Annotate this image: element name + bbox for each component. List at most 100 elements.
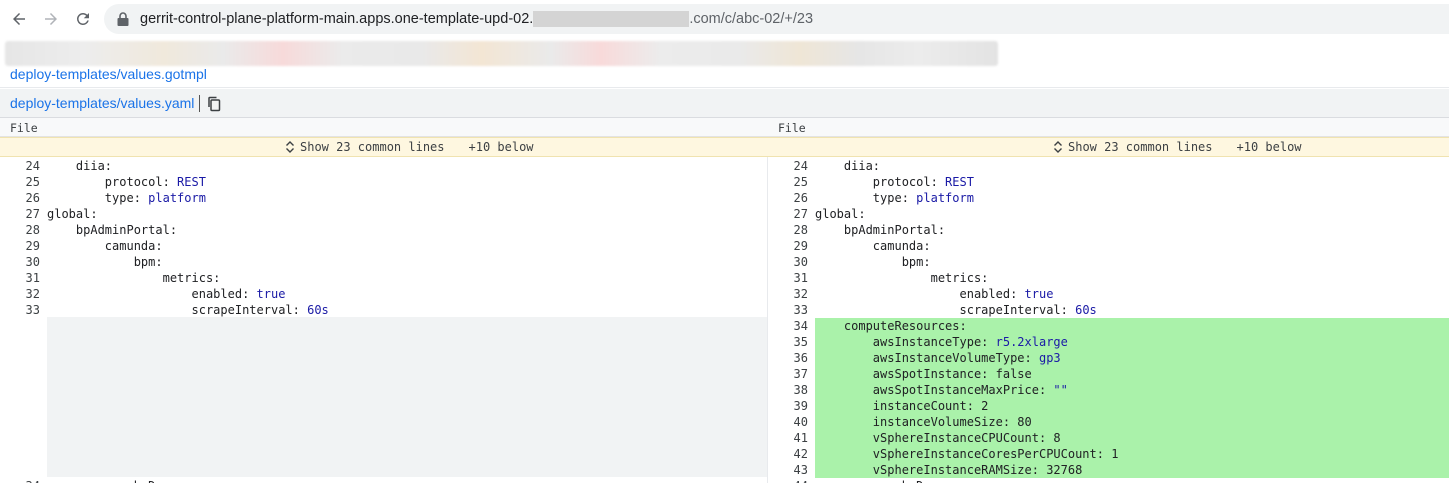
left-diff-line: 25 protocol: REST <box>0 174 767 190</box>
code-key: metrics: <box>47 271 221 285</box>
code-value: gp3 <box>1038 351 1061 365</box>
line-number[interactable]: 28 <box>768 222 808 238</box>
added-code: awsInstanceVolumeType: gp3 <box>815 350 1449 366</box>
code-content: type: platform <box>47 190 767 206</box>
line-number[interactable]: 36 <box>768 350 808 366</box>
line-number[interactable]: 29 <box>0 238 40 254</box>
browser-toolbar: gerrit-control-plane-platform-main.apps.… <box>0 0 1449 38</box>
line-number[interactable]: 24 <box>768 158 808 174</box>
text-cursor <box>199 95 200 112</box>
line-number[interactable]: 25 <box>768 174 808 190</box>
code-content: protocol: REST <box>47 174 767 190</box>
line-number[interactable]: 32 <box>768 286 808 302</box>
code-key: bpDev: <box>47 479 177 483</box>
code-value: true <box>256 287 286 301</box>
line-number[interactable]: 33 <box>0 302 40 318</box>
code-content: enabled: true <box>815 286 1449 302</box>
line-number[interactable]: 40 <box>768 414 808 430</box>
line-number[interactable]: 44 <box>768 478 808 483</box>
line-number[interactable]: 27 <box>0 206 40 222</box>
back-button[interactable] <box>6 6 32 32</box>
line-number[interactable]: 31 <box>0 270 40 286</box>
code-key: bpm: <box>47 255 163 269</box>
right-diff-line: 43 vSphereInstanceRAMSize: 32768 <box>768 462 1449 478</box>
reload-button[interactable] <box>70 6 96 32</box>
arrow-right-icon <box>45 13 57 25</box>
code-content: protocol: REST <box>815 174 1449 190</box>
line-number[interactable]: 35 <box>768 334 808 350</box>
address-bar[interactable]: gerrit-control-plane-platform-main.apps.… <box>104 4 1449 34</box>
line-number[interactable]: 26 <box>768 190 808 206</box>
bookmarks-bar <box>0 38 1449 68</box>
code-content: global: <box>815 206 1449 222</box>
added-code: instanceVolumeSize: 80 <box>815 414 1449 430</box>
code-content: diia: <box>815 158 1449 174</box>
code-value: 60s <box>1075 303 1097 317</box>
line-number[interactable]: 31 <box>768 270 808 286</box>
reload-icon <box>76 12 89 25</box>
line-number[interactable]: 42 <box>768 446 808 462</box>
line-number[interactable]: 27 <box>768 206 808 222</box>
code-content: bpm: <box>47 254 767 270</box>
right-show-common-lines[interactable]: Show 23 common lines +10 below <box>1053 138 1302 156</box>
left-below-label[interactable]: +10 below <box>469 138 534 156</box>
line-number[interactable]: 34 <box>0 478 40 483</box>
line-number[interactable]: 24 <box>0 158 40 174</box>
code-key: bpAdminPortal: <box>815 223 946 237</box>
line-number[interactable]: 28 <box>0 222 40 238</box>
code-key: protocol: <box>47 175 178 189</box>
code-key: metrics: <box>815 271 989 285</box>
line-number[interactable]: 37 <box>768 366 808 382</box>
left-show-label: Show 23 common lines <box>300 140 445 154</box>
code-content: bpm: <box>815 254 1449 270</box>
unfold-icon <box>286 141 294 153</box>
right-diff-line: 31 metrics: <box>768 270 1449 286</box>
left-diff-line: 31 metrics: <box>0 270 767 286</box>
right-diff-line: 27 global: <box>768 206 1449 222</box>
code-key: scrapeInterval: <box>47 303 308 317</box>
code-content: bpDev: <box>47 478 767 483</box>
line-number[interactable]: 41 <box>768 430 808 446</box>
right-diff-line: 33 scrapeInterval: 60s <box>768 302 1449 318</box>
code-content: camunda: <box>47 238 767 254</box>
right-file-label: File <box>778 121 806 135</box>
right-show-label: Show 23 common lines <box>1068 140 1213 154</box>
left-diff-line: 34 bpDev: <box>0 478 767 483</box>
line-number[interactable]: 39 <box>768 398 808 414</box>
left-diff-line: 32 enabled: true <box>0 286 767 302</box>
copy-icon[interactable] <box>207 96 221 112</box>
code-key: bpAdminPortal: <box>47 223 178 237</box>
line-number[interactable]: 30 <box>0 254 40 270</box>
left-diff-line: 28 bpAdminPortal: <box>0 222 767 238</box>
code-key: global: <box>47 207 98 221</box>
context-expander-row: Show 23 common lines +10 below Show 23 c… <box>0 137 1449 157</box>
added-code: vSphereInstanceRAMSize: 32768 <box>815 462 1449 478</box>
left-diff-line: 26 type: platform <box>0 190 767 206</box>
code-key: diia: <box>47 159 113 173</box>
redacted-domain <box>533 11 690 27</box>
line-number[interactable]: 32 <box>0 286 40 302</box>
left-diff-line: 33 scrapeInterval: 60s <box>0 302 767 318</box>
line-number[interactable]: 26 <box>0 190 40 206</box>
line-number[interactable]: 29 <box>768 238 808 254</box>
code-content: global: <box>47 206 767 222</box>
code-content: metrics: <box>815 270 1449 286</box>
code-value: r5.2xlarge <box>995 335 1068 349</box>
forward-button[interactable] <box>38 6 64 32</box>
added-code: vSphereInstanceCPUCount: 8 <box>815 430 1449 446</box>
line-number[interactable]: 38 <box>768 382 808 398</box>
previous-file-link[interactable]: deploy-templates/values.gotmpl <box>10 68 207 82</box>
code-key: diia: <box>815 159 881 173</box>
line-number[interactable]: 30 <box>768 254 808 270</box>
left-diff-line: 27 global: <box>0 206 767 222</box>
right-diff-line: 35 awsInstanceType: r5.2xlarge <box>768 334 1449 350</box>
code-key: computeResources: <box>815 319 967 333</box>
left-show-common-lines[interactable]: Show 23 common lines +10 below <box>285 138 534 156</box>
right-diff-line: 25 protocol: REST <box>768 174 1449 190</box>
line-number[interactable]: 25 <box>0 174 40 190</box>
line-number[interactable]: 34 <box>768 318 808 334</box>
file-name-link[interactable]: deploy-templates/values.yaml <box>10 95 194 111</box>
right-below-label[interactable]: +10 below <box>1237 138 1302 156</box>
line-number[interactable]: 43 <box>768 462 808 478</box>
line-number[interactable]: 33 <box>768 302 808 318</box>
